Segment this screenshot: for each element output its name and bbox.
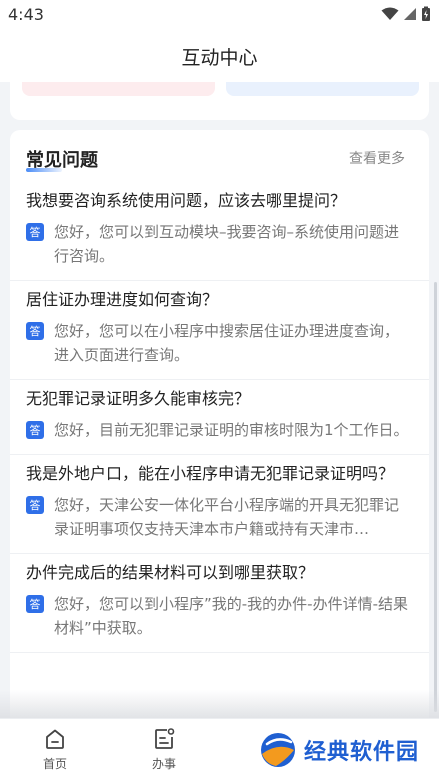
faq-answer: 答 您好，您可以到小程序”我的-我的办件-办件详情-结果材料”中获取。 (26, 586, 413, 652)
faq-answer: 答 您好，您可以在小程序中搜索居住证办理进度查询，进入页面进行查询。 (26, 313, 413, 379)
quick-entry-card (10, 82, 429, 120)
watermark-text: 经典软件园 (304, 740, 420, 765)
faq-item[interactable]: 办件完成后的结果材料可以到哪里获取？ 答 您好，您可以到小程序”我的-我的办件-… (10, 554, 429, 653)
tab-home-label: 首页 (42, 757, 67, 771)
faq-answer: 答 您好，目前无犯罪记录证明的审核时限为1个工作日。 (26, 412, 413, 454)
faq-answer-text: 您好，您可以到小程序”我的-我的办件-办件详情-结果材料”中获取。 (54, 595, 409, 637)
faq-title-underline (26, 168, 62, 172)
faq-item[interactable]: 无犯罪记录证明多久能审核完？ 答 您好，目前无犯罪记录证明的审核时限为1个工作日… (10, 380, 429, 455)
answer-badge-icon: 答 (26, 421, 44, 439)
faq-question: 我想要咨询系统使用问题，应该去哪里提问？ (26, 191, 347, 210)
quick-entry-tile-left[interactable] (22, 82, 215, 96)
faq-question: 我是外地户口，能在小程序申请无犯罪记录证明吗？ (26, 464, 395, 483)
page-title: 互动中心 (181, 46, 258, 69)
service-icon (155, 728, 175, 749)
faq-item[interactable]: 我是外地户口，能在小程序申请无犯罪记录证明吗？ 答 您好，天津公安一体化平台小程… (10, 455, 429, 554)
scrollbar[interactable] (434, 282, 437, 712)
watermark-logo: 经典软件园 (258, 730, 419, 770)
answer-badge-icon: 答 (26, 595, 44, 613)
wifi-icon (381, 7, 399, 20)
view-more-link[interactable]: 查看更多 (349, 148, 405, 168)
status-icons (381, 6, 431, 22)
faq-question: 办件完成后的结果材料可以到哪里获取？ (26, 563, 315, 582)
status-time: 4:43 (8, 5, 44, 24)
tab-service-label: 办事 (151, 757, 176, 771)
home-icon (46, 729, 64, 749)
battery-icon (422, 6, 430, 21)
answer-badge-icon: 答 (26, 496, 44, 514)
faq-answer: 答 您好，您可以到互动模块–我要咨询–系统使用问题进行咨询。 (26, 214, 413, 280)
faq-answer-text: 您好，您可以在小程序中搜索居住证办理进度查询，进入页面进行查询。 (54, 322, 400, 364)
answer-badge-icon: 答 (26, 322, 44, 340)
tab-service[interactable]: 办事 (134, 727, 194, 772)
bottom-fade (0, 690, 439, 720)
signal-icon (404, 8, 416, 20)
faq-header: 常见问题 查看更多 (10, 130, 429, 182)
answer-badge-icon: 答 (26, 223, 44, 241)
tab-home[interactable]: 首页 (25, 727, 85, 772)
faq-card: 常见问题 查看更多 我想要咨询系统使用问题，应该去哪里提问？ 答 您好，您可以到… (10, 130, 429, 730)
faq-item[interactable]: 我想要咨询系统使用问题，应该去哪里提问？ 答 您好，您可以到互动模块–我要咨询–… (10, 182, 429, 281)
nav-bar: 互动中心 (0, 30, 439, 82)
watermark-logo-icon (261, 733, 295, 767)
status-bar: 4:43 (0, 0, 439, 30)
quick-entry-tile-right[interactable] (226, 82, 419, 96)
faq-question: 居住证办理进度如何查询？ (26, 290, 219, 309)
faq-answer-text: 您好，目前无犯罪记录证明的审核时限为1个工作日。 (54, 421, 409, 439)
faq-answer-text: 您好，您可以到互动模块–我要咨询–系统使用问题进行咨询。 (54, 223, 400, 265)
faq-question: 无犯罪记录证明多久能审核完？ (26, 389, 251, 408)
faq-item[interactable]: 居住证办理进度如何查询？ 答 您好，您可以在小程序中搜索居住证办理进度查询，进入… (10, 281, 429, 380)
faq-answer: 答 您好，天津公安一体化平台小程序端的开具无犯罪记录证明事项仅支持天津本市户籍或… (26, 487, 413, 553)
faq-answer-text: 您好，天津公安一体化平台小程序端的开具无犯罪记录证明事项仅支持天津本市户籍或持有… (54, 496, 400, 538)
